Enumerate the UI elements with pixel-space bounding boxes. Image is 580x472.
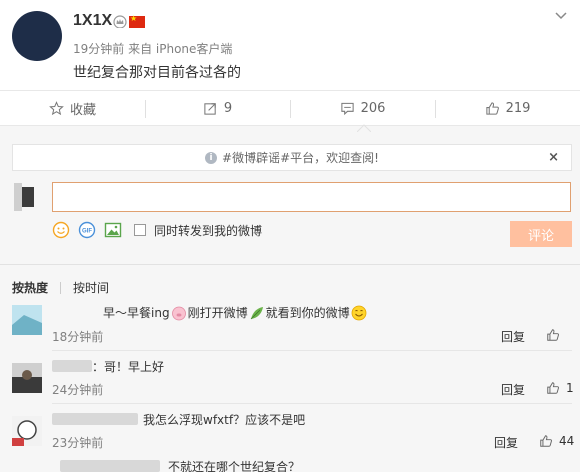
repost-button[interactable]: 9: [145, 91, 290, 125]
user-badges: [113, 14, 145, 28]
svg-text:GIF: GIF: [82, 229, 92, 235]
china-flag-icon: [129, 14, 145, 28]
username[interactable]: 1X1X: [73, 12, 112, 30]
blurred-username: [52, 360, 92, 372]
submit-comment-button[interactable]: 评论: [510, 221, 572, 247]
comment-button[interactable]: 206: [290, 91, 435, 125]
divider: [0, 264, 580, 265]
smile-emoji-icon: [351, 305, 366, 320]
blurred-username: [60, 460, 160, 472]
close-icon[interactable]: ×: [548, 150, 559, 165]
comment-text: 我怎么浮现wfxtf？应该不是吧: [143, 413, 306, 427]
comment-like-button[interactable]: [546, 328, 566, 342]
like-count: 219: [505, 100, 531, 116]
notice-bar: i #微博辟谣#平台，欢迎查阅! ×: [12, 144, 572, 171]
repost-icon: [204, 102, 216, 115]
thumb-up-icon: [485, 101, 499, 115]
comment-like-button[interactable]: 44: [539, 434, 574, 448]
current-user-avatar: [14, 183, 34, 211]
comment-icon: [340, 102, 354, 115]
crown-icon: [113, 15, 127, 28]
favorite-label: 收藏: [69, 102, 96, 118]
divider: [52, 350, 572, 351]
post-action-bar: 收藏 9 206 219: [0, 90, 580, 126]
avatar[interactable]: [12, 363, 42, 393]
list-item: 不就还在哪个世纪复合？: [0, 458, 580, 472]
info-icon: i: [205, 151, 218, 164]
thumb-up-icon: [547, 329, 559, 341]
sort-by-time[interactable]: 按时间: [73, 279, 109, 296]
avatar[interactable]: [12, 416, 42, 446]
image-icon[interactable]: [104, 221, 122, 239]
comment-time: 24分钟前: [52, 383, 104, 397]
also-repost-checkbox[interactable]: [134, 224, 146, 236]
leaf-emoji-icon: [250, 306, 263, 319]
avatar[interactable]: [12, 305, 42, 335]
reply-button[interactable]: 回复: [501, 328, 525, 345]
comment-text-part: 就看到你的微博: [265, 306, 350, 320]
emoji-icon[interactable]: [52, 221, 70, 239]
like-button[interactable]: 219: [435, 91, 580, 125]
post-text: 世纪复合那对目前各过各的: [73, 65, 241, 81]
list-item: 早～早餐ing 刚打开微博 就看到你的微博 18分钟前 回复: [0, 302, 580, 354]
pig-emoji-icon: [171, 306, 186, 320]
comment-count: 206: [360, 100, 386, 116]
comment-like-count: 1: [566, 381, 574, 395]
comment-like-button[interactable]: 1: [546, 381, 574, 395]
sort-by-hot[interactable]: 按热度: [12, 279, 48, 296]
comment-text-part: 刚打开微博: [187, 306, 248, 320]
list-item: 我怎么浮现wfxtf？应该不是吧 23分钟前 回复 44: [0, 410, 580, 462]
sort-options: 按热度 按时间: [12, 279, 109, 296]
avatar[interactable]: [12, 11, 62, 61]
comment-text: 不就还在哪个世纪复合？: [168, 460, 301, 472]
favorite-button[interactable]: 收藏: [0, 91, 145, 125]
divider: [52, 403, 572, 404]
also-repost-label[interactable]: 同时转发到我的微博: [154, 222, 262, 239]
comment-time: 18分钟前: [52, 330, 104, 344]
star-icon: [49, 100, 64, 115]
comment-text: ：哥！早上好: [92, 360, 165, 374]
reply-button[interactable]: 回复: [494, 434, 518, 451]
post-card: 1X1X 19分钟前 来自 iPhone客户端 世纪复合那对目前各过各的: [0, 0, 580, 90]
repost-count: 9: [223, 100, 233, 116]
blurred-username: [52, 413, 138, 425]
active-tab-arrow-icon: [357, 124, 371, 132]
comment-text-part: 早～早餐ing: [103, 306, 170, 320]
thumb-up-icon: [547, 382, 559, 394]
comment-time: 23分钟前: [52, 436, 104, 450]
gif-icon[interactable]: GIF: [78, 221, 96, 239]
comment-input[interactable]: [52, 182, 571, 212]
post-meta: 19分钟前 来自 iPhone客户端: [73, 42, 233, 56]
chevron-down-icon[interactable]: [554, 9, 568, 23]
thumb-up-icon: [540, 435, 552, 447]
comment-text: 早～早餐ing 刚打开微博 就看到你的微博: [103, 304, 368, 321]
composer-tools: GIF 同时转发到我的微博: [52, 220, 262, 240]
list-item: ：哥！早上好 24分钟前 回复 1: [0, 357, 580, 409]
reply-button[interactable]: 回复: [501, 381, 525, 398]
comment-like-count: 44: [559, 434, 575, 448]
notice-text[interactable]: #微博辟谣#平台，欢迎查阅!: [222, 149, 379, 166]
